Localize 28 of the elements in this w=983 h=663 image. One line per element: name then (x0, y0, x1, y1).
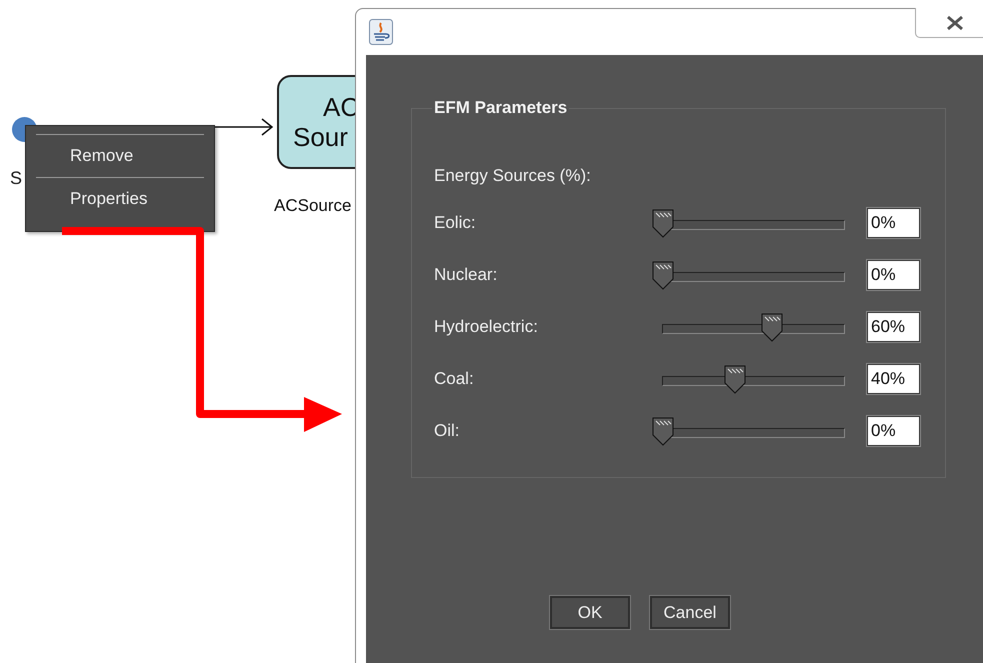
ok-button[interactable]: OK (550, 596, 630, 629)
source-label: Hydroelectric: (434, 317, 539, 337)
menu-item[interactable]: Remove (36, 135, 204, 177)
source-label: Eolic: (434, 213, 477, 233)
source-label: Oil: (434, 421, 460, 441)
percent-field[interactable]: 0% (867, 260, 920, 290)
block-text: Sour (293, 122, 348, 152)
section-label: Energy Sources (%): (434, 166, 592, 186)
close-button[interactable] (915, 8, 983, 38)
block-label: ACSource (274, 196, 352, 216)
slider-thumb[interactable] (652, 261, 674, 291)
cancel-button[interactable]: Cancel (650, 596, 730, 629)
source-label: Nuclear: (434, 265, 498, 285)
percent-field[interactable]: 60% (867, 312, 920, 342)
percent-field[interactable]: 0% (867, 416, 920, 446)
slider-thumb[interactable] (652, 209, 674, 239)
connector-arrow (213, 118, 274, 136)
percent-field[interactable]: 40% (867, 364, 920, 394)
close-icon (946, 14, 964, 30)
cup-icon (369, 19, 393, 45)
slider-thumb[interactable] (760, 313, 783, 343)
percent-field[interactable]: 0% (867, 208, 920, 238)
slider-thumb[interactable] (652, 417, 674, 447)
group-title: EFM Parameters (433, 98, 568, 118)
source-label: Coal: (434, 369, 475, 389)
slider-thumb[interactable] (724, 365, 746, 395)
menu-item[interactable]: Properties (36, 178, 204, 220)
node-label: S (10, 168, 22, 189)
